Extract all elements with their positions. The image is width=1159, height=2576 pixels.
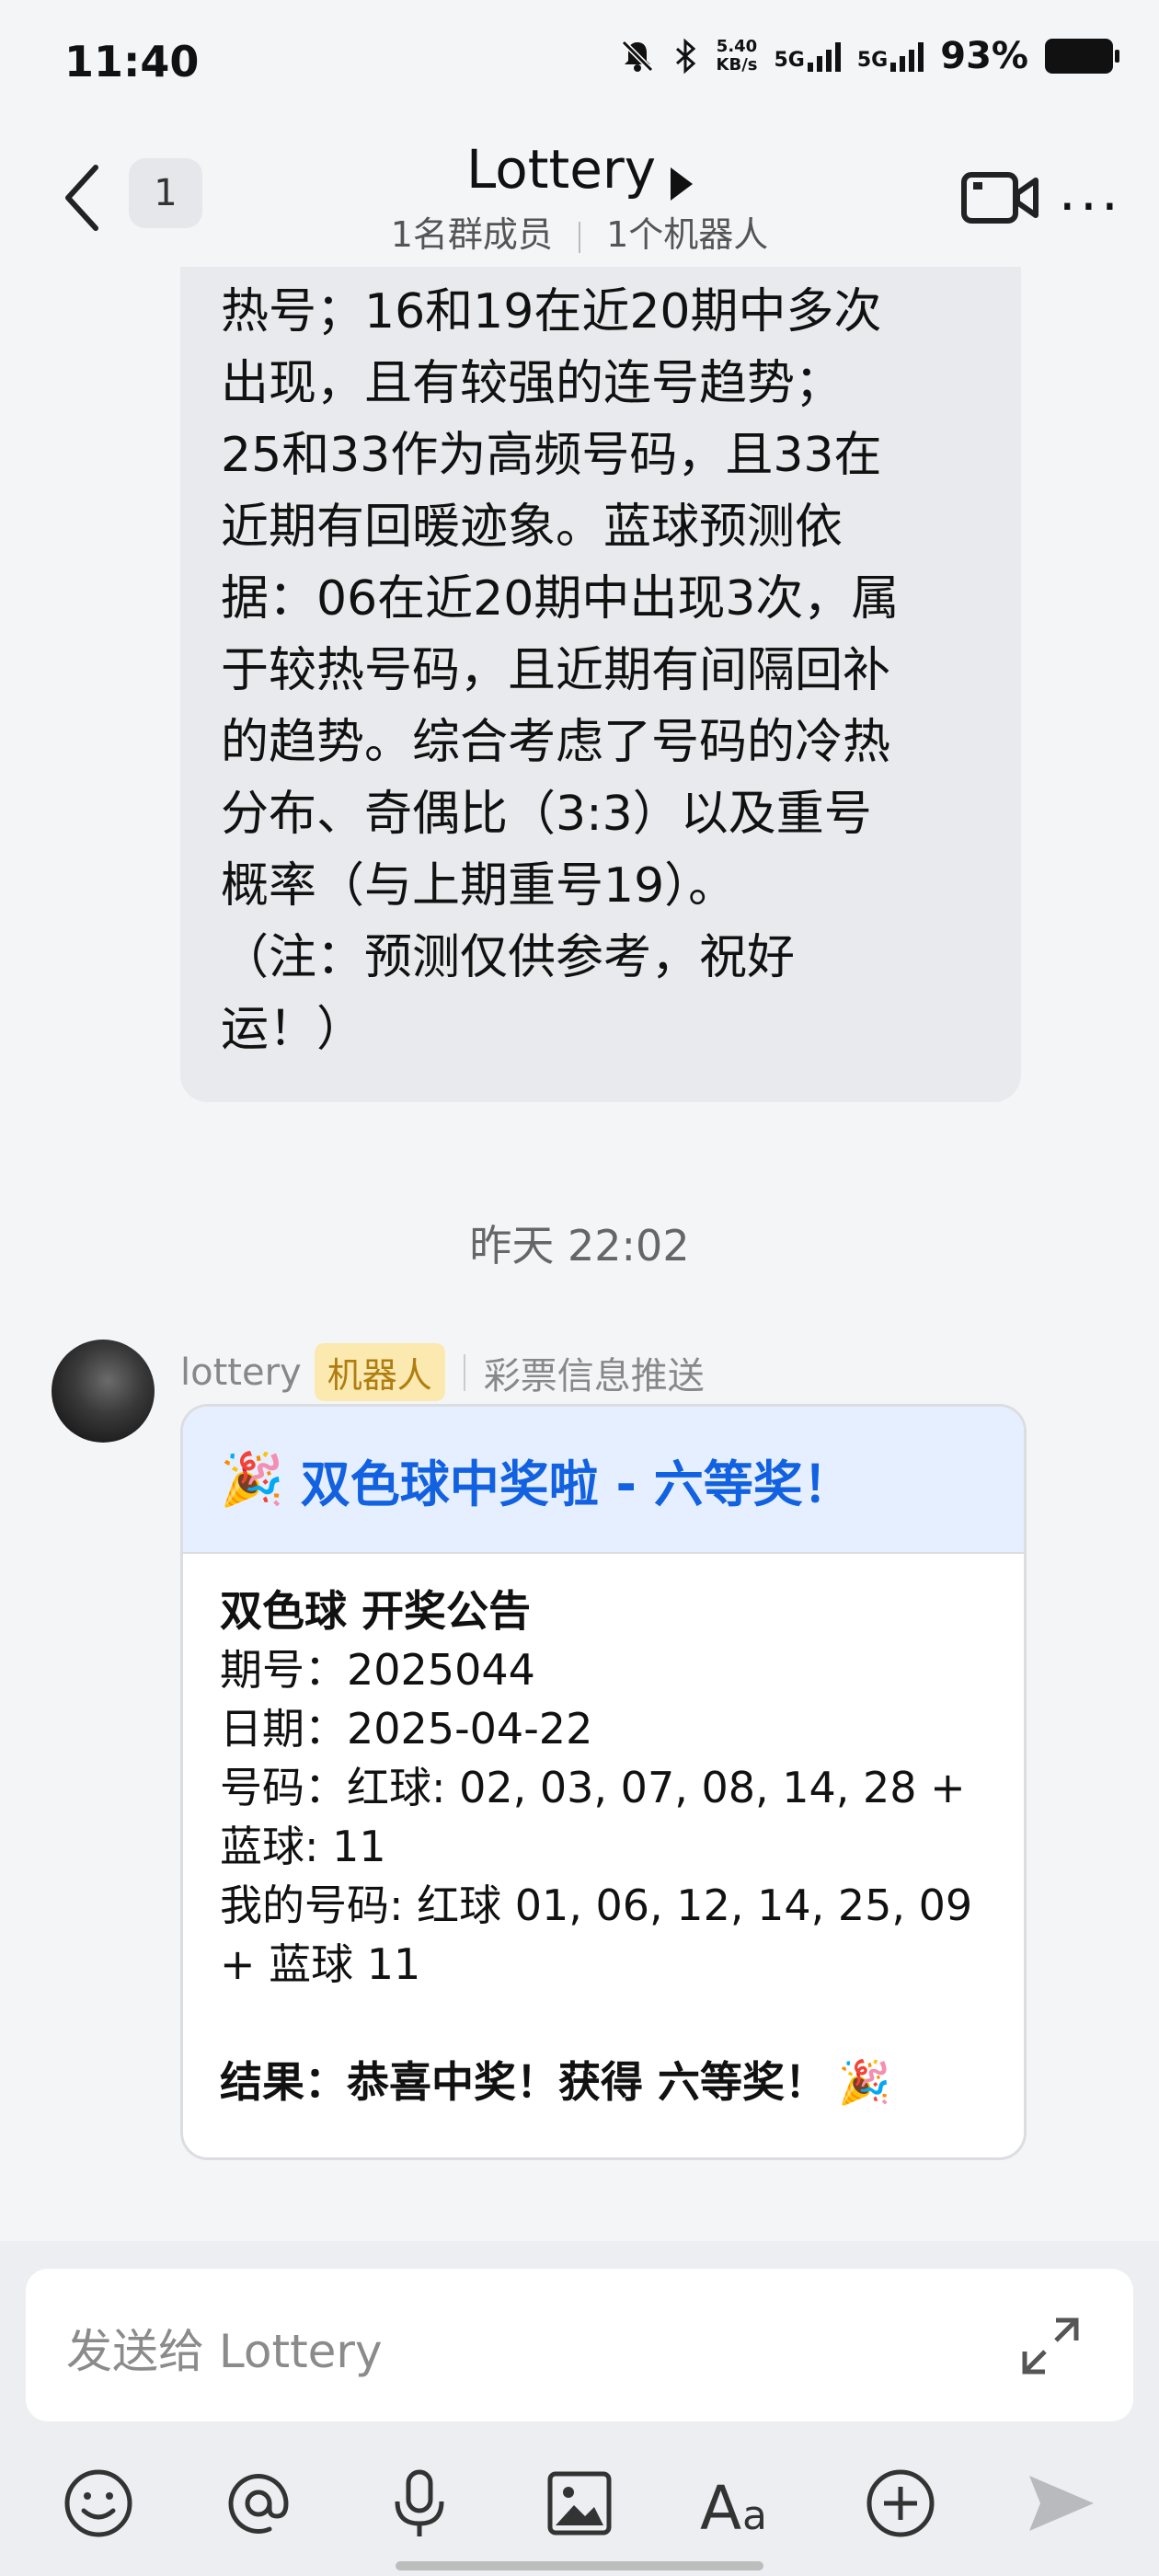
prev-line: 热号；16和19在近20期中多次 — [221, 284, 882, 339]
expand-icon[interactable] — [1014, 2309, 1087, 2383]
prev-line: 于较热号码，且近期有间隔回补 — [221, 643, 891, 698]
composer-toolbar: Aa — [0, 2453, 1159, 2554]
party-popper-icon: 🎉 — [838, 2057, 891, 2107]
card-header: 🎉 双色球中奖啦 - 六等奖！ — [183, 1407, 1024, 1554]
battery-percent: 93% — [940, 35, 1028, 77]
sender-description: 彩票信息推送 — [483, 1354, 705, 1397]
prev-line: 近期有回暖迹象。蓝球预测依 — [221, 500, 843, 555]
mute-bell-icon — [621, 40, 653, 73]
video-call-icon[interactable] — [960, 166, 1039, 230]
robot-tag: 机器人 — [314, 1343, 445, 1401]
card-body: 双色球 开奖公告 期号：2025044 日期：2025-04-22 号码：红球:… — [183, 1554, 1024, 2111]
prev-bot-message: 热号；16和19在近20期中多次 出现，且有较强的连号趋势； 25和33作为高频… — [180, 166, 1021, 1102]
card-title: 双色球中奖啦 - 六等奖！ — [300, 1455, 853, 1513]
bluetooth-icon — [675, 38, 695, 75]
home-indicator[interactable] — [396, 2561, 763, 2570]
prev-line: 分布、奇偶比（3:3）以及重号 — [221, 787, 872, 842]
plus-icon[interactable] — [859, 2462, 942, 2545]
prev-line: 运！） — [221, 1002, 365, 1057]
prev-line: 出现，且有较强的连号趋势； — [221, 356, 843, 411]
lottery-result-card[interactable]: 🎉 双色球中奖啦 - 六等奖！ 双色球 开奖公告 期号：2025044 日期：2… — [180, 1404, 1027, 2160]
send-icon[interactable] — [1019, 2462, 1102, 2545]
prev-line: 的趋势。综合考虑了号码的冷热 — [221, 715, 891, 770]
member-count: 1名群成员 — [390, 214, 553, 255]
card-numbers: 号码：红球: 02, 03, 07, 08, 14, 28 + — [220, 1763, 966, 1812]
sender-name[interactable]: lottery — [180, 1351, 302, 1394]
avatar[interactable] — [52, 1340, 155, 1443]
card-result: 结果：恭喜中奖！获得 六等奖！ 🎉 — [220, 2053, 987, 2111]
smile-icon[interactable] — [57, 2462, 140, 2545]
network-speed: 5.40 KB/s — [716, 37, 758, 75]
card-result-text: 结果：恭喜中奖！获得 六等奖！ — [220, 2057, 828, 2107]
card-date: 日期：2025-04-22 — [220, 1704, 593, 1754]
at-icon[interactable] — [217, 2462, 300, 2545]
party-popper-icon: 🎉 — [220, 1450, 284, 1510]
card-my-numbers: 我的号码: 红球 01, 06, 12, 14, 25, 09 — [220, 1880, 973, 1930]
prev-line: 据：06在近20期中出现3次，属 — [221, 571, 900, 627]
prev-line: 概率（与上期重号19）。 — [221, 858, 737, 914]
bot-count: 1个机器人 — [606, 214, 769, 255]
prev-line: （注：预测仅供参考，祝好 — [221, 930, 796, 985]
caret-right-icon — [671, 167, 694, 201]
message-input[interactable]: 发送给 Lottery — [26, 2269, 1133, 2421]
image-icon[interactable] — [538, 2462, 621, 2545]
composer: 发送给 Lottery Aa — [0, 2241, 1159, 2576]
card-numbers-blue: 蓝球: 11 — [220, 1822, 386, 1871]
battery-icon — [1045, 39, 1119, 74]
chat-header: 1 Lottery 1名群成员 1个机器人 ··· — [0, 120, 1159, 267]
card-issue: 期号：2025044 — [220, 1645, 535, 1695]
signal-sim1: 5G — [775, 40, 841, 72]
status-icons: 5.40 KB/s 5G 5G 93% — [619, 35, 1119, 77]
more-options-icon[interactable]: ··· — [1059, 175, 1122, 239]
status-time: 11:40 — [64, 37, 200, 86]
signal-sim2: 5G — [857, 40, 924, 72]
input-placeholder: 发送给 Lottery — [66, 2325, 383, 2378]
card-heading: 双色球 开奖公告 — [220, 1586, 532, 1636]
svg-text:A: A — [700, 2473, 741, 2540]
chat-title[interactable]: Lottery — [466, 138, 656, 201]
text-format-icon[interactable]: Aa — [698, 2462, 781, 2545]
mic-icon[interactable] — [378, 2462, 461, 2545]
prev-line: 25和33作为高频号码，且33在 — [221, 428, 882, 483]
sender-info: lottery 机器人 彩票信息推送 — [180, 1343, 705, 1401]
svg-text:a: a — [742, 2492, 767, 2539]
status-bar: 11:40 5.40 KB/s 5G 5G 93% — [0, 0, 1159, 120]
message-timestamp: 昨天 22:02 — [469, 1221, 690, 1271]
card-my-numbers-blue: + 蓝球 11 — [220, 1939, 421, 1989]
